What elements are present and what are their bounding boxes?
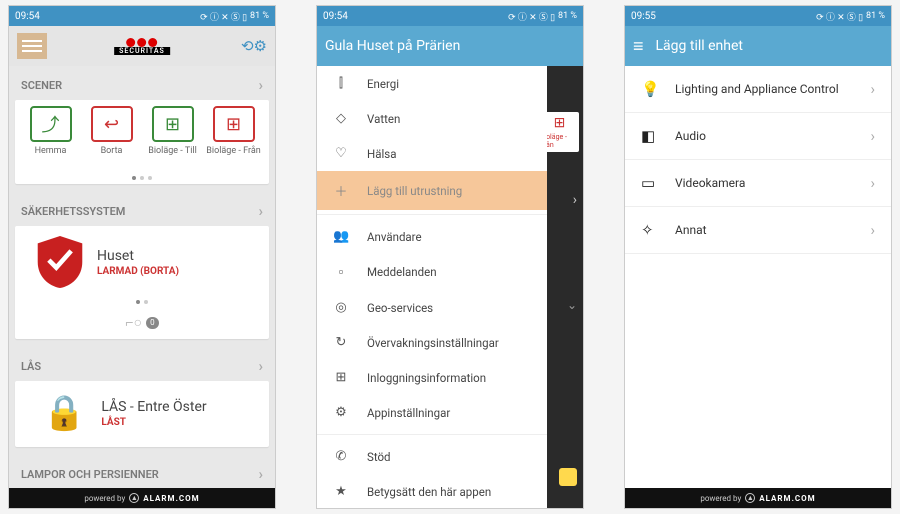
- home-icon: ⤴: [30, 106, 72, 142]
- security-header[interactable]: SÄKERHETSSYSTEM›: [9, 192, 275, 226]
- chevron-right-icon: ›: [258, 357, 263, 375]
- security-status: LARMAD (BORTA): [97, 266, 179, 277]
- refresh-icon: ↻: [333, 335, 349, 350]
- key-icon: ⌐○: [125, 314, 142, 331]
- drawer-item-anvandare[interactable]: 👥Användare: [317, 219, 547, 254]
- camera-icon: ▭: [641, 174, 659, 192]
- drawer-item-rate[interactable]: ★Betygsätt den här appen: [317, 474, 547, 508]
- locks-header[interactable]: LÅS›: [9, 347, 275, 381]
- lock-icon: 🔒: [43, 393, 85, 433]
- bg-bulb: [559, 468, 577, 486]
- target-icon: ◎: [333, 300, 349, 315]
- chevron-right-icon: ›: [258, 202, 263, 220]
- scene-bio-fran[interactable]: ⊞ Bioläge - Från: [206, 106, 261, 166]
- scenes-header[interactable]: SCENER›: [9, 66, 275, 100]
- chevron-right-icon: ›: [870, 221, 875, 239]
- page-title: Lägg till enhet: [656, 38, 883, 54]
- sparkle-icon: ✧: [641, 221, 659, 239]
- drawer-item-meddelanden[interactable]: ▫Meddelanden: [317, 254, 547, 290]
- app-bar: SECURITAS ⟲⚙: [9, 26, 275, 66]
- clock: 09:54: [323, 11, 348, 22]
- drawer-item-overvakning[interactable]: ↻Övervakningsinställningar: [317, 325, 547, 360]
- scene-hemma[interactable]: ⤴ Hemma: [23, 106, 78, 166]
- drawer-header: Gula Huset på Prärien: [317, 26, 583, 66]
- film-icon: ⊞: [152, 106, 194, 142]
- chevron-right-icon: ›: [258, 465, 263, 483]
- drawer-item-vatten[interactable]: ◇Vatten: [317, 101, 547, 136]
- security-name: Huset: [97, 248, 179, 264]
- logo: SECURITAS: [114, 38, 170, 55]
- drawer-item-appsettings[interactable]: ⚙Appinställningar: [317, 395, 547, 430]
- drawer-item-add-equipment[interactable]: ＋Lägg till utrustning: [317, 171, 547, 210]
- messages-icon: ▫: [333, 264, 349, 280]
- drawer-item-energi[interactable]: ⫿Energi: [317, 66, 547, 101]
- lock-name: LÅS - Entre Öster: [101, 399, 206, 415]
- menu-button[interactable]: ≡: [633, 36, 644, 57]
- status-bar: 09:54 ⟳ ⓘ ✕ Ⓢ ▯81 %: [317, 6, 583, 26]
- drawer-item-geo[interactable]: ◎Geo-services: [317, 290, 547, 325]
- drawer-item-login[interactable]: ⊞Inloggningsinformation: [317, 360, 547, 395]
- speaker-icon: ◧: [641, 127, 659, 145]
- screen-drawer: 09:54 ⟳ ⓘ ✕ Ⓢ ▯81 % Gula Huset på Prärie…: [316, 5, 584, 509]
- page-indicator: [15, 172, 269, 184]
- app-bar: ≡ Lägg till enhet: [625, 26, 891, 66]
- footer: powered by▲ALARM.COM: [625, 488, 891, 508]
- bulb-icon: 💡: [641, 80, 659, 98]
- drop-icon: ◇: [333, 111, 349, 126]
- key-indicator[interactable]: ⌐○0: [15, 308, 269, 339]
- add-device-list: 💡 Lighting and Appliance Control › ◧ Aud…: [625, 66, 891, 488]
- away-icon: ↩: [91, 106, 133, 142]
- gear-icon: ⚙: [333, 405, 349, 420]
- lock-card[interactable]: 🔒 LÅS - Entre Öster LÅST: [15, 381, 269, 447]
- menu-button[interactable]: [17, 33, 47, 59]
- screen-home: 09:54 ⟳ ⓘ ✕ Ⓢ ▯81 % SECURITAS ⟲⚙ SCENER›…: [8, 5, 276, 509]
- chevron-right-icon: ›: [870, 174, 875, 192]
- clock: 09:54: [15, 11, 40, 22]
- footer: powered by▲ALARM.COM: [9, 488, 275, 508]
- film-icon: ⊞: [213, 106, 255, 142]
- screen-add-device: 09:55 ⟳ ⓘ ✕ Ⓢ ▯81 % ≡ Lägg till enhet 💡 …: [624, 5, 892, 509]
- row-lighting[interactable]: 💡 Lighting and Appliance Control ›: [625, 66, 891, 113]
- lights-header[interactable]: LAMPOR OCH PERSIENNER›: [9, 455, 275, 488]
- home-content: SCENER› ⤴ Hemma ↩ Borta ⊞ Bioläge - Till…: [9, 66, 275, 488]
- nav-drawer: ⫿Energi ◇Vatten ♡Hälsa ＋Lägg till utrust…: [317, 66, 547, 508]
- drawer-item-stod[interactable]: ✆Stöd: [317, 439, 547, 474]
- status-icons: ⟳ ⓘ ✕ Ⓢ ▯81 %: [200, 10, 269, 23]
- users-icon: 👥: [333, 229, 349, 244]
- grid-icon: ⊞: [333, 370, 349, 385]
- chart-icon: ⫿: [333, 76, 349, 91]
- row-videokamera[interactable]: ▭ Videokamera ›: [625, 160, 891, 207]
- security-card[interactable]: Huset LARMAD (BORTA) ⌐○0: [15, 226, 269, 339]
- row-audio[interactable]: ◧ Audio ›: [625, 113, 891, 160]
- scene-bio-till[interactable]: ⊞ Bioläge - Till: [145, 106, 200, 166]
- chevron-right-icon: ›: [258, 76, 263, 94]
- shield-icon: [37, 236, 83, 288]
- clock: 09:55: [631, 11, 656, 22]
- row-annat[interactable]: ✧ Annat ›: [625, 207, 891, 254]
- star-icon: ★: [333, 484, 349, 499]
- status-bar: 09:55 ⟳ ⓘ ✕ Ⓢ ▯81 %: [625, 6, 891, 26]
- status-bar: 09:54 ⟳ ⓘ ✕ Ⓢ ▯81 %: [9, 6, 275, 26]
- chevron-right-icon: ›: [870, 80, 875, 98]
- heart-icon: ♡: [333, 146, 349, 161]
- scenes-card: ⤴ Hemma ↩ Borta ⊞ Bioläge - Till ⊞ Biolä…: [15, 100, 269, 184]
- chevron-right-icon: ›: [870, 127, 875, 145]
- phone-icon: ✆: [333, 449, 349, 464]
- drawer-item-halsa[interactable]: ♡Hälsa: [317, 136, 547, 171]
- scene-borta[interactable]: ↩ Borta: [84, 106, 139, 166]
- lock-status: LÅST: [101, 417, 206, 428]
- plus-icon: ＋: [333, 181, 349, 200]
- settings-icon[interactable]: ⟲⚙: [241, 37, 267, 55]
- drawer-title: Gula Huset på Prärien: [325, 38, 460, 54]
- page-indicator: [15, 296, 269, 308]
